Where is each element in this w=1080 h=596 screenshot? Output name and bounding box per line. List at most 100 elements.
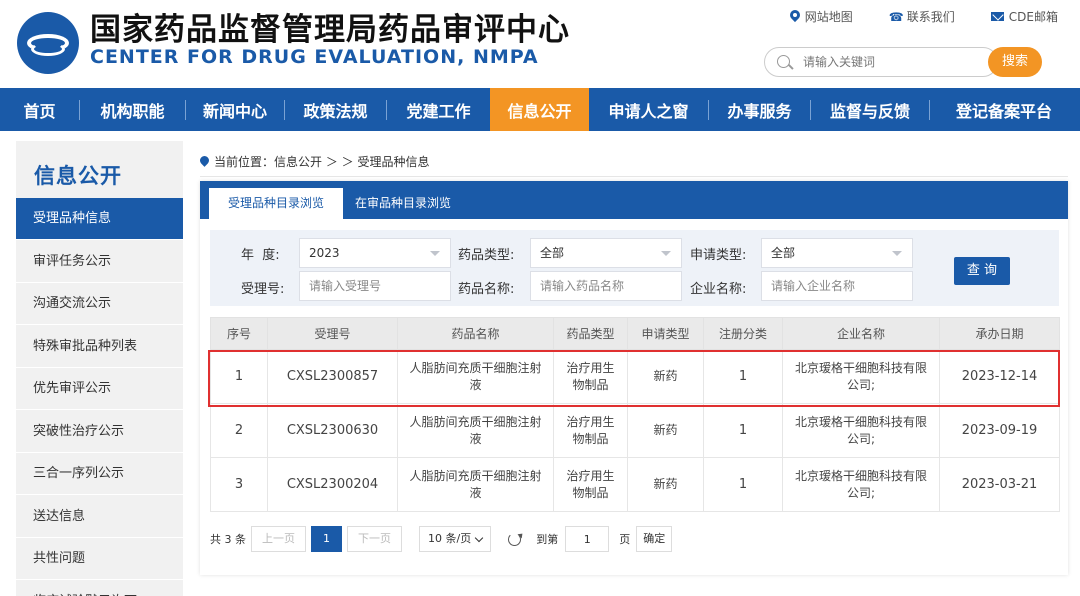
refresh-icon[interactable] — [508, 532, 522, 546]
sidebar-item-accepted-varieties[interactable]: 受理品种信息 — [16, 198, 183, 240]
cell-reg-class: 1 — [703, 349, 783, 404]
phone-icon: ☎ — [888, 9, 904, 24]
results-table: 序号 受理号 药品名称 药品类型 申请类型 注册分类 企业名称 承办日期 1 C… — [210, 317, 1060, 512]
tab-accepted-catalog[interactable]: 受理品种目录浏览 — [209, 188, 343, 219]
table-row[interactable]: 3 CXSL2300204 人脂肪间充质干细胞注射液 治疗用生物制品 新药 1 … — [210, 457, 1060, 512]
content-panel: 受理品种目录浏览 在审品种目录浏览 年 度: 2023 药品类型: 全部 申请类… — [200, 181, 1068, 575]
goto-page-input[interactable] — [565, 526, 610, 552]
drug-name-input[interactable]: 请输入药品名称 — [530, 271, 682, 301]
cell-company: 北京瑷格干细胞科技有限公司; — [782, 403, 940, 458]
search-box — [764, 47, 998, 77]
cell-drug-name: 人脂肪间充质干细胞注射液 — [397, 457, 554, 512]
col-header-apply-type: 申请类型 — [627, 317, 704, 350]
drug-type-select[interactable]: 全部 — [530, 238, 682, 268]
search-icon — [777, 55, 790, 68]
accept-no-input[interactable]: 请输入受理号 — [299, 271, 451, 301]
cde-logo-icon[interactable] — [17, 12, 79, 74]
tab-in-review-catalog[interactable]: 在审品种目录浏览 — [343, 188, 463, 219]
goto-label: 到第 — [536, 533, 559, 546]
cell-drug-name: 人脂肪间充质干细胞注射液 — [397, 349, 554, 404]
location-pin-icon — [790, 10, 800, 23]
current-page-button[interactable]: 1 — [311, 526, 342, 552]
drug-type-value: 全部 — [540, 246, 565, 260]
drug-type-label: 药品类型: — [458, 248, 515, 263]
cell-index: 2 — [210, 403, 268, 458]
apply-type-value: 全部 — [771, 246, 796, 260]
col-header-date: 承办日期 — [939, 317, 1060, 350]
cell-apply-type: 新药 — [627, 457, 704, 512]
nav-item-registration[interactable]: 登记备案平台 — [930, 88, 1078, 131]
page-unit-label: 页 — [619, 533, 631, 546]
nav-item-home[interactable]: 首页 — [0, 88, 79, 131]
year-label: 年 度: — [241, 248, 280, 263]
breadcrumb: 当前位置：信息公开 ＞ ＞ 受理品种信息 — [200, 153, 429, 170]
search-button[interactable]: 搜索 — [988, 47, 1042, 77]
tabs-bar: 受理品种目录浏览 在审品种目录浏览 — [200, 181, 1068, 219]
col-header-drug-type: 药品类型 — [553, 317, 628, 350]
nav-item-party[interactable]: 党建工作 — [387, 88, 490, 131]
next-page-button[interactable]: 下一页 — [347, 526, 402, 552]
cell-drug-type: 治疗用生物制品 — [553, 457, 628, 512]
chevron-down-icon — [474, 533, 484, 542]
cde-mail-link[interactable]: CDE邮箱 — [990, 8, 1058, 25]
sidebar-item-communication[interactable]: 沟通交流公示 — [16, 283, 183, 325]
cell-index: 1 — [210, 349, 268, 404]
site-title: 国家药品监督管理局药品审评中心 — [90, 12, 570, 48]
sidebar-item-three-in-one[interactable]: 三合一序列公示 — [16, 453, 183, 495]
nav-item-feedback[interactable]: 监督与反馈 — [811, 88, 929, 131]
cell-reg-class: 1 — [703, 457, 783, 512]
nav-item-info-public[interactable]: 信息公开 — [490, 88, 589, 131]
company-input[interactable]: 请输入企业名称 — [761, 271, 913, 301]
page-size-select[interactable]: 10 条/页 — [419, 526, 492, 552]
cell-drug-name: 人脂肪间充质干细胞注射液 — [397, 403, 554, 458]
nav-item-functions[interactable]: 机构职能 — [80, 88, 185, 131]
location-pin-icon — [200, 156, 209, 168]
goto-confirm-button[interactable]: 确定 — [636, 526, 673, 552]
contact-label: 联系我们 — [906, 10, 955, 24]
query-button[interactable]: 查 询 — [954, 257, 1010, 285]
search-input[interactable] — [803, 51, 983, 73]
nav-item-services[interactable]: 办事服务 — [709, 88, 810, 131]
cell-index: 3 — [210, 457, 268, 512]
pagination: 共 3 条 上一页 1 下一页 10 条/页 到第 页 确定 — [210, 526, 673, 552]
mail-icon — [990, 12, 1004, 21]
sidebar-item-common-issues[interactable]: 共性问题 — [16, 538, 183, 580]
sidebar: 信息公开 受理品种信息 审评任务公示 沟通交流公示 特殊审批品种列表 优先审评公… — [16, 141, 183, 596]
filter-form: 年 度: 2023 药品类型: 全部 申请类型: 全部 受理号: 请输入受理号 … — [210, 230, 1059, 306]
nav-item-policy[interactable]: 政策法规 — [285, 88, 386, 131]
table-header-row: 序号 受理号 药品名称 药品类型 申请类型 注册分类 企业名称 承办日期 — [210, 317, 1060, 350]
contact-link[interactable]: ☎ 联系我们 — [889, 8, 955, 25]
year-select[interactable]: 2023 — [299, 238, 451, 268]
nav-item-applicant[interactable]: 申请人之窗 — [589, 88, 708, 131]
sidebar-item-clinical-trial[interactable]: 临床试验默示许可 — [16, 581, 183, 596]
top-links: 网站地图 ☎ 联系我们 CDE邮箱 — [790, 8, 1058, 25]
sitemap-link[interactable]: 网站地图 — [790, 8, 853, 25]
cell-apply-type: 新药 — [627, 403, 704, 458]
sidebar-item-delivery[interactable]: 送达信息 — [16, 496, 183, 538]
cell-date: 2023-09-19 — [939, 403, 1060, 458]
nav-item-news[interactable]: 新闻中心 — [186, 88, 284, 131]
site-header: 国家药品监督管理局药品审评中心 CENTER FOR DRUG EVALUATI… — [0, 0, 1080, 84]
apply-type-select[interactable]: 全部 — [761, 238, 913, 268]
cell-date: 2023-12-14 — [939, 349, 1060, 404]
cell-accept-no: CXSL2300204 — [267, 457, 398, 512]
sidebar-item-special-approval[interactable]: 特殊审批品种列表 — [16, 326, 183, 368]
sidebar-title: 信息公开 — [34, 164, 122, 188]
table-row[interactable]: 2 CXSL2300630 人脂肪间充质干细胞注射液 治疗用生物制品 新药 1 … — [210, 403, 1060, 458]
cell-company: 北京瑷格干细胞科技有限公司; — [782, 349, 940, 404]
sidebar-item-review-tasks[interactable]: 审评任务公示 — [16, 241, 183, 283]
prev-page-button[interactable]: 上一页 — [251, 526, 306, 552]
caret-down-icon — [892, 251, 902, 256]
sidebar-item-priority-review[interactable]: 优先审评公示 — [16, 368, 183, 410]
col-header-index: 序号 — [210, 317, 268, 350]
apply-type-label: 申请类型: — [690, 248, 747, 263]
cell-reg-class: 1 — [703, 403, 783, 458]
col-header-drug-name: 药品名称 — [397, 317, 554, 350]
sidebar-item-breakthrough[interactable]: 突破性治疗公示 — [16, 411, 183, 453]
table-row[interactable]: 1 CXSL2300857 人脂肪间充质干细胞注射液 治疗用生物制品 新药 1 … — [210, 349, 1060, 404]
col-header-accept-no: 受理号 — [267, 317, 398, 350]
site-subtitle: CENTER FOR DRUG EVALUATION, NMPA — [90, 46, 539, 68]
cell-drug-type: 治疗用生物制品 — [553, 403, 628, 458]
total-count: 共 3 条 — [210, 533, 246, 546]
accept-no-label: 受理号: — [241, 282, 285, 297]
